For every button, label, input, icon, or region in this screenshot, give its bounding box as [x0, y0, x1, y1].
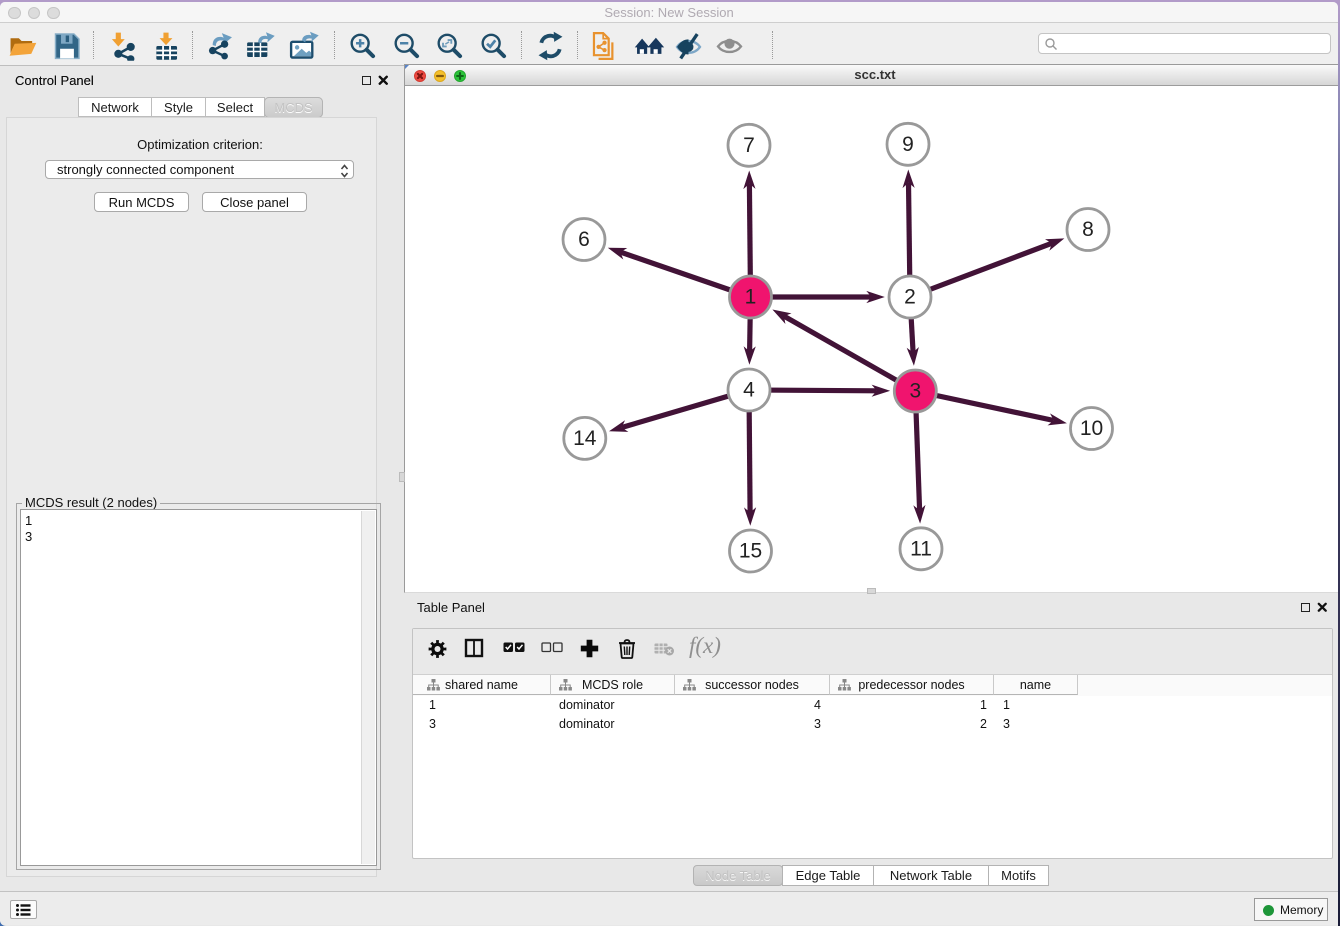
svg-text:10: 10 [1080, 417, 1103, 440]
svg-text:11: 11 [910, 537, 932, 560]
svg-text:14: 14 [573, 427, 597, 450]
svg-text:3: 3 [909, 380, 921, 403]
svg-text:1: 1 [745, 286, 757, 309]
svg-text:8: 8 [1082, 218, 1094, 241]
svg-text:2: 2 [904, 286, 916, 309]
svg-text:9: 9 [902, 133, 914, 156]
svg-text:7: 7 [743, 134, 755, 157]
svg-text:4: 4 [743, 379, 755, 402]
svg-text:15: 15 [739, 540, 762, 563]
svg-text:6: 6 [578, 228, 590, 251]
